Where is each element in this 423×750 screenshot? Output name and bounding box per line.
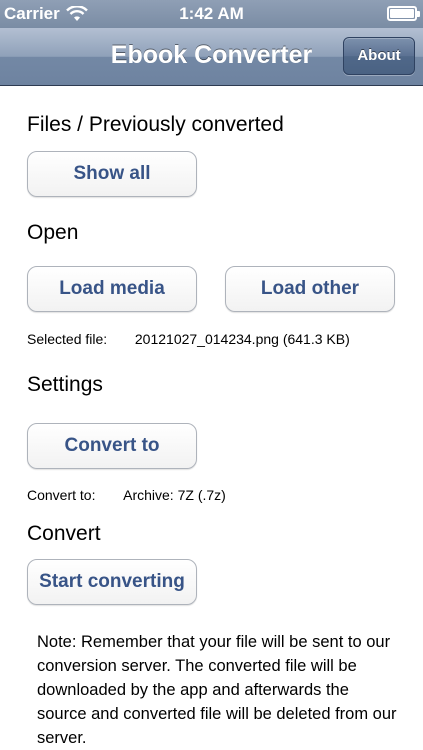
navigation-bar: Ebook Converter About (0, 28, 423, 86)
main-content: Files / Previously converted Show all Op… (0, 86, 423, 750)
selected-file-value: 20121027_014234.png (641.3 KB) (134, 331, 350, 347)
files-heading: Files / Previously converted (27, 113, 284, 136)
load-media-button[interactable]: Load media (27, 266, 197, 312)
convert-to-line: Convert to: Archive: 7Z (.7z) (27, 487, 226, 503)
convert-to-value: Archive: 7Z (.7z) (123, 487, 226, 503)
convert-to-button[interactable]: Convert to (27, 423, 197, 469)
selected-file-label: Selected file: (27, 331, 108, 347)
selected-file-line: Selected file: 20121027_014234.png (641.… (27, 331, 350, 347)
load-other-button[interactable]: Load other (225, 266, 395, 312)
battery-icon (387, 6, 420, 21)
server-note: Note: Remember that your file will be se… (37, 633, 397, 747)
status-time: 1:42 AM (179, 4, 244, 23)
convert-to-label: Convert to: (27, 487, 96, 503)
show-all-button[interactable]: Show all (27, 151, 197, 197)
about-button[interactable]: About (343, 37, 415, 75)
convert-heading: Convert (27, 522, 101, 545)
start-converting-button[interactable]: Start converting (27, 559, 197, 605)
open-heading: Open (27, 221, 79, 244)
status-bar: Carrier 1:42 AM (0, 0, 423, 28)
settings-heading: Settings (27, 373, 103, 396)
